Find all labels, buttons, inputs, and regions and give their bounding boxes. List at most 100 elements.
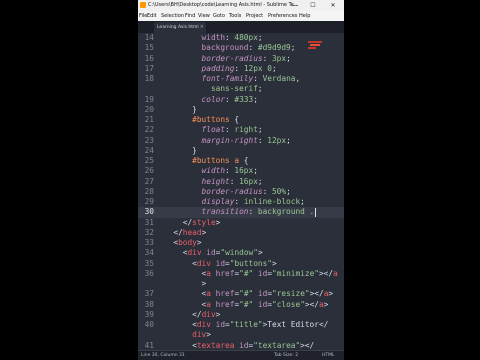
- code-token: <: [164, 289, 207, 299]
- code-line[interactable]: transition: background .: [164, 207, 315, 217]
- menu-project[interactable]: Project: [246, 11, 263, 21]
- menu-help[interactable]: Help: [299, 11, 310, 21]
- code-token: ></: [300, 340, 315, 350]
- code-token: href: [210, 299, 235, 309]
- line-number: 21: [144, 115, 154, 124]
- code-token: :: [225, 166, 235, 176]
- code-line[interactable]: width: 480px;: [164, 33, 263, 43]
- code-token: ;: [257, 176, 263, 186]
- code-token: id: [234, 340, 249, 350]
- code-line[interactable]: <div id="window">: [164, 248, 263, 258]
- code-line[interactable]: <div id="title">Text Editor</: [164, 320, 328, 330]
- code-line[interactable]: float: right;: [164, 125, 263, 135]
- code-line[interactable]: width: 16px;: [164, 166, 258, 176]
- code-token: margin-right: [164, 135, 258, 145]
- line-number: 35: [144, 258, 154, 268]
- maximize-button[interactable]: ☐: [306, 0, 320, 11]
- code-line[interactable]: border-radius: 3px;: [164, 54, 291, 64]
- code-token: :: [262, 186, 272, 196]
- tab-bar: Learning Asis.html ×: [138, 21, 344, 33]
- code-token: ;: [286, 186, 291, 196]
- menu-preferences[interactable]: Preferences: [268, 11, 297, 21]
- code-line[interactable]: div>: [164, 330, 211, 340]
- tab-close-icon[interactable]: ×: [200, 22, 204, 33]
- code-line[interactable]: <textarea id="textarea"></: [164, 341, 314, 351]
- line-number: 25: [144, 156, 154, 165]
- code-token: "buttons": [229, 258, 272, 268]
- tab-learning-asis[interactable]: Learning Asis.html ×: [154, 22, 206, 33]
- code-line[interactable]: <div id="buttons">: [164, 259, 277, 269]
- code-line[interactable]: </head>: [164, 228, 206, 238]
- line-number: 19: [144, 94, 154, 104]
- menu-tools[interactable]: Tools: [229, 11, 241, 21]
- code-token: 12px: [267, 135, 287, 145]
- line-number: 28: [144, 186, 154, 196]
- code-token: </: [164, 227, 183, 237]
- code-line[interactable]: </div>: [164, 310, 220, 320]
- code-line[interactable]: display: inline-block;: [164, 197, 305, 207]
- code-line[interactable]: >: [164, 279, 207, 289]
- code-token: padding: [164, 63, 235, 73]
- code-token: >: [328, 289, 334, 299]
- line-number: 29: [144, 197, 154, 206]
- code-line[interactable]: }: [164, 105, 197, 115]
- code-line[interactable]: height: 16px;: [164, 177, 263, 187]
- minimize-button[interactable]: —: [288, 0, 302, 11]
- code-token: ;: [286, 135, 291, 145]
- menu-find[interactable]: Find: [185, 11, 195, 21]
- status-syntax[interactable]: HTML: [322, 351, 335, 360]
- code-token: border-radius: [164, 186, 263, 196]
- code-token: ;: [257, 33, 263, 42]
- code-token: id: [253, 299, 268, 309]
- code-token: ;: [290, 43, 296, 53]
- code-token: "close": [272, 299, 305, 309]
- code-line[interactable]: </style>: [164, 217, 221, 228]
- code-line[interactable]: sans-serif;: [164, 84, 263, 94]
- code-line[interactable]: #buttons {: [164, 115, 239, 125]
- code-line[interactable]: <a href="#" id="minimize"></a: [164, 269, 338, 279]
- code-token: </: [164, 217, 193, 227]
- menu-selection[interactable]: Selection: [161, 11, 184, 21]
- code-token: <: [164, 238, 179, 247]
- code-line[interactable]: background: #d9d9d9;: [164, 43, 296, 53]
- code-token: div: [164, 330, 207, 340]
- code-token: >: [196, 238, 202, 247]
- code-token: >: [206, 330, 211, 340]
- code-line[interactable]: <a href="#" id="resize"></a>: [164, 289, 334, 299]
- menu-edit[interactable]: Edit: [147, 11, 157, 21]
- code-token: #333: [234, 94, 254, 104]
- menu-goto[interactable]: Goto: [213, 11, 225, 21]
- code-line[interactable]: color: #333;: [164, 95, 258, 105]
- code-line[interactable]: border-radius: 50%;: [164, 187, 291, 197]
- code-token: height: [164, 176, 230, 186]
- code-line[interactable]: margin-right: 12px;: [164, 136, 291, 146]
- code-line[interactable]: <a href="#" id="close"></a>: [164, 299, 329, 310]
- code-token: float: [164, 125, 226, 135]
- code-token: ;: [271, 63, 277, 73]
- code-token: div: [201, 309, 216, 319]
- code-line[interactable]: padding: 12px 0;: [164, 64, 277, 74]
- code-token: :: [234, 63, 244, 73]
- code-token: ></: [309, 289, 324, 299]
- code-line[interactable]: #buttons a {: [164, 156, 248, 166]
- code-token: head: [182, 227, 202, 237]
- code-token: >: [272, 258, 277, 268]
- code-area[interactable]: 14 width: 480px; 15 background: #d9d9d9; 1…: [138, 33, 344, 350]
- close-window-button[interactable]: ✕: [326, 0, 340, 11]
- code-token: sans-serif: [164, 84, 258, 94]
- code-token: >Text Editor</: [262, 320, 329, 329]
- menu-view[interactable]: View: [198, 11, 210, 21]
- minimap[interactable]: [306, 37, 324, 51]
- code-token: ;: [300, 197, 305, 206]
- code-token: display: [164, 197, 235, 206]
- code-token: :: [225, 125, 235, 135]
- code-token: 50%: [271, 186, 287, 196]
- status-tab-size[interactable]: Tab Size: 2: [274, 351, 298, 360]
- line-number: 24: [144, 145, 154, 155]
- code-token: right: [234, 125, 258, 135]
- code-token: ></: [318, 268, 334, 278]
- line-number: 40: [144, 320, 154, 329]
- code-line[interactable]: font-family: Verdana,: [164, 74, 301, 84]
- code-line[interactable]: }: [164, 146, 197, 156]
- code-line[interactable]: <body>: [164, 238, 202, 248]
